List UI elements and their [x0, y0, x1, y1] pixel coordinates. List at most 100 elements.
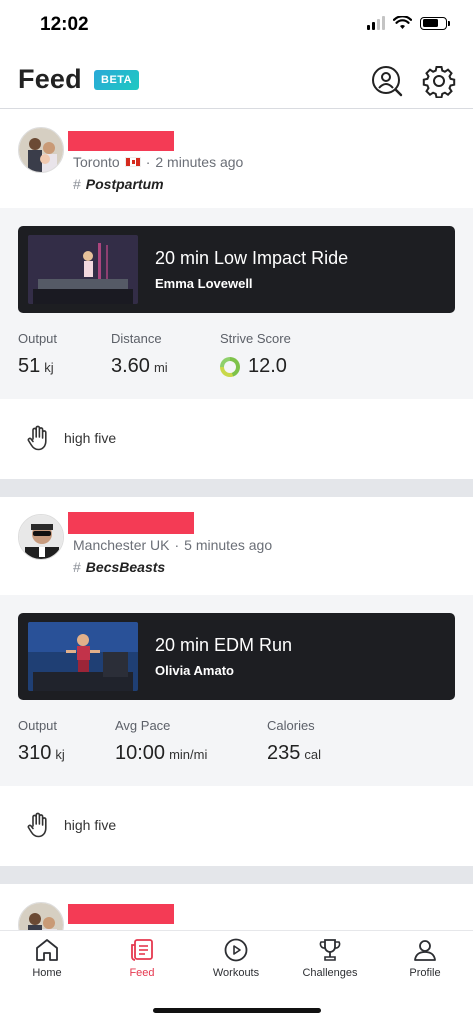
feed-post	[0, 884, 473, 930]
beta-badge: BETA	[94, 70, 140, 90]
stat-label: Avg Pace	[115, 718, 171, 733]
tab-feed[interactable]: Feed	[95, 937, 189, 979]
stat-value: 3.60	[111, 355, 150, 377]
stat-value: 12.0	[248, 355, 287, 377]
tab-label: Challenges	[302, 967, 358, 979]
avatar[interactable]	[18, 514, 64, 560]
stat-value: 235	[267, 742, 301, 764]
tab-label: Feed	[129, 967, 155, 979]
post-time: 2 minutes ago	[155, 154, 244, 170]
feed-post: Toronto · 2 minutes ago # Postpartum 20 …	[0, 110, 473, 479]
post-divider	[0, 866, 473, 884]
stat-label: Strive Score	[220, 331, 291, 346]
workout-summary: 20 min Low Impact Ride Emma Lovewell Out…	[0, 208, 473, 399]
post-header: Manchester UK · 5 minutes ago # BecsBeas…	[0, 497, 473, 595]
post-header	[0, 884, 473, 930]
high-five-button[interactable]: high five	[26, 812, 116, 838]
status-bar: 12:02	[0, 0, 473, 52]
stat-avg-pace: Avg Pace 10:00 min/mi	[115, 718, 207, 765]
feed-icon	[131, 939, 153, 961]
post-meta: Manchester UK · 5 minutes ago	[73, 537, 272, 553]
search-members-icon[interactable]	[370, 64, 404, 98]
battery-icon	[420, 16, 450, 30]
post-divider	[0, 479, 473, 497]
hashtag-text: BecsBeasts	[85, 559, 166, 575]
hash-icon: #	[73, 176, 81, 192]
feed-list[interactable]: Toronto · 2 minutes ago # Postpartum 20 …	[0, 110, 473, 930]
high-five-label: high five	[64, 817, 117, 833]
stat-output: Output 51 kj	[18, 331, 57, 378]
post-hashtag[interactable]: # Postpartum	[73, 176, 164, 192]
post-header: Toronto · 2 minutes ago # Postpartum	[0, 110, 473, 208]
instructor-name: Olivia Amato	[155, 663, 234, 678]
post-location: Manchester UK	[73, 537, 170, 553]
play-circle-icon	[224, 938, 248, 962]
page-title: Feed	[18, 64, 82, 94]
high-five-label: high five	[64, 430, 117, 446]
stat-calories: Calories 235 cal	[267, 718, 321, 765]
dot-separator: ·	[174, 537, 180, 553]
post-time: 5 minutes ago	[184, 537, 273, 553]
tab-label: Workouts	[212, 967, 260, 979]
person-icon	[414, 940, 436, 961]
tab-challenges[interactable]: Challenges	[283, 937, 377, 979]
workout-stats: Output 310 kj Avg Pace 10:00 min/mi Calori…	[18, 700, 455, 786]
avatar[interactable]	[18, 902, 64, 930]
stat-label: Output	[18, 718, 58, 733]
class-title: 20 min Low Impact Ride	[155, 248, 349, 268]
stat-label: Output	[18, 331, 58, 346]
post-meta: Toronto · 2 minutes ago	[73, 154, 243, 170]
tab-label: Home	[32, 967, 62, 979]
stat-unit: mi	[153, 360, 168, 375]
stat-unit: min/mi	[169, 747, 208, 762]
status-time: 12:02	[40, 14, 89, 35]
stat-value: 51	[18, 355, 41, 377]
stat-value: 310	[18, 742, 52, 764]
hand-icon	[27, 812, 47, 838]
hashtag-text: Postpartum	[85, 176, 164, 192]
stat-strive-score: Strive Score 12.0	[220, 331, 291, 378]
workout-stats: Output 51 kj Distance 3.60 mi Strive Score…	[18, 313, 455, 399]
workout-card[interactable]: 20 min EDM Run Olivia Amato	[18, 613, 455, 700]
header: Feed BETA	[0, 52, 473, 109]
class-title: 20 min EDM Run	[155, 635, 293, 655]
stat-distance: Distance 3.60 mi	[111, 331, 168, 378]
stat-unit: kj	[55, 747, 65, 762]
stat-unit: cal	[304, 747, 321, 762]
redacted-username	[68, 904, 174, 924]
stat-output: Output 310 kj	[18, 718, 65, 765]
workout-card[interactable]: 20 min Low Impact Ride Emma Lovewell	[18, 226, 455, 313]
tab-workouts[interactable]: Workouts	[189, 937, 283, 979]
stat-label: Calories	[267, 718, 315, 733]
tab-home[interactable]: Home	[0, 937, 94, 979]
class-thumbnail	[28, 235, 138, 304]
post-actions: high five	[0, 786, 473, 866]
post-hashtag[interactable]: # BecsBeasts	[73, 559, 165, 575]
stat-unit: kj	[44, 360, 54, 375]
strive-score-ring-icon	[220, 356, 240, 377]
redacted-username	[68, 131, 174, 151]
canada-flag-icon	[124, 157, 141, 167]
stat-value: 10:00	[115, 742, 166, 764]
high-five-button[interactable]: high five	[26, 425, 116, 451]
feed-post: Manchester UK · 5 minutes ago # BecsBeas…	[0, 497, 473, 866]
instructor-name: Emma Lovewell	[155, 276, 253, 291]
trophy-icon	[319, 939, 341, 961]
stat-label: Distance	[111, 331, 162, 346]
post-location: Toronto	[73, 154, 120, 170]
home-icon	[36, 939, 58, 961]
tab-label: Profile	[409, 967, 441, 979]
home-indicator	[153, 1008, 321, 1013]
redacted-username	[68, 512, 194, 534]
tab-profile[interactable]: Profile	[378, 937, 472, 979]
wifi-icon	[393, 16, 412, 29]
settings-gear-icon[interactable]	[422, 64, 456, 98]
avatar[interactable]	[18, 127, 64, 173]
dot-separator: ·	[145, 154, 151, 170]
post-actions: high five	[0, 399, 473, 479]
status-icons	[367, 16, 450, 30]
cellular-signal-icon	[367, 16, 385, 30]
hash-icon: #	[73, 559, 81, 575]
workout-summary: 20 min EDM Run Olivia Amato Output 310 kj…	[0, 595, 473, 786]
class-thumbnail	[28, 622, 138, 691]
